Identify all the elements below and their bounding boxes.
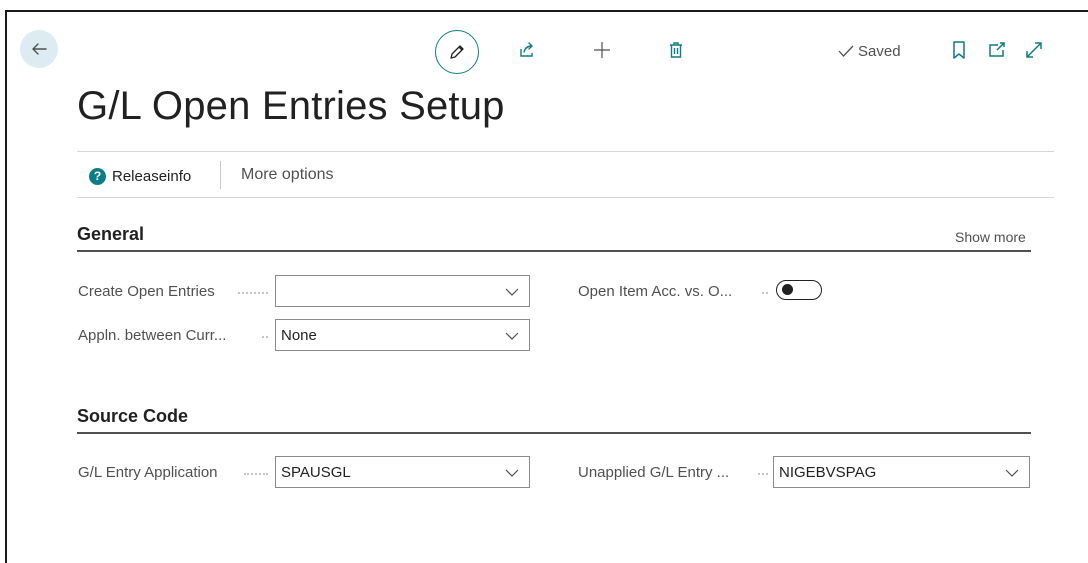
pencil-icon [450,45,464,59]
unapplied-gl-entry-label: Unapplied G/L Entry ... [578,464,730,481]
expand-icon [1026,42,1042,58]
chevron-down-icon [505,288,519,296]
appln-between-curr-select[interactable]: None [275,319,530,351]
field-leader-dots [262,336,268,338]
saved-status: Saved [838,40,901,62]
field-leader-dots [762,292,768,294]
source-code-section-divider [77,432,1031,434]
frame-border-left [5,10,7,563]
trash-icon [670,42,682,58]
gl-entry-application-value: SPAUSGL [281,463,351,481]
page-title: G/L Open Entries Setup [77,84,505,128]
page-frame: Saved G/L Open Entries Setup ? Releasein… [0,0,1088,563]
show-more-link[interactable]: Show more [955,229,1026,245]
saved-label: Saved [858,42,901,60]
action-bar-divider-top [77,151,1054,152]
appln-between-curr-value: None [281,326,317,344]
open-item-acc-toggle[interactable] [776,280,822,300]
more-options-button[interactable]: More options [241,166,334,184]
frame-border-top [5,10,1088,12]
open-item-acc-label: Open Item Acc. vs. O... [578,283,733,300]
general-section-divider [77,250,1031,252]
chevron-down-icon [1005,469,1019,477]
help-icon: ? [89,167,106,185]
delete-button[interactable] [664,38,688,62]
appln-between-curr-label: Appln. between Curr... [78,327,227,344]
unapplied-gl-entry-value: NIGEBVSPAG [779,463,877,481]
create-open-entries-select[interactable] [275,275,530,307]
checkmark-icon [838,45,854,57]
releaseinfo-button[interactable]: ? Releaseinfo [89,165,191,187]
gl-entry-application-select[interactable]: SPAUSGL [275,456,530,488]
unapplied-gl-entry-select[interactable]: NIGEBVSPAG [773,456,1030,488]
share-icon [520,42,533,57]
share-button[interactable] [515,38,539,62]
action-separator [220,161,221,189]
create-open-entries-label: Create Open Entries [78,283,215,300]
new-button[interactable] [590,38,614,62]
plus-icon [594,42,610,58]
bookmark-icon [953,41,965,59]
open-in-new-window-icon [989,42,1005,57]
chevron-down-icon [505,469,519,477]
releaseinfo-label: Releaseinfo [112,167,192,185]
edit-button[interactable] [435,30,479,74]
toggle-knob [782,284,793,295]
field-leader-dots [238,292,268,294]
expand-button[interactable] [1022,38,1046,62]
field-leader-dots [244,473,268,475]
source-code-section-title: Source Code [77,406,189,426]
bookmark-button[interactable] [948,38,970,62]
gl-entry-application-label: G/L Entry Application [78,464,218,481]
general-section-title: General [77,224,145,244]
chevron-down-icon [505,332,519,340]
back-button[interactable] [20,30,58,68]
open-in-new-window-button[interactable] [985,38,1009,62]
arrow-left-icon [32,43,47,55]
action-bar-divider-bottom [77,197,1054,198]
field-leader-dots [758,473,768,475]
